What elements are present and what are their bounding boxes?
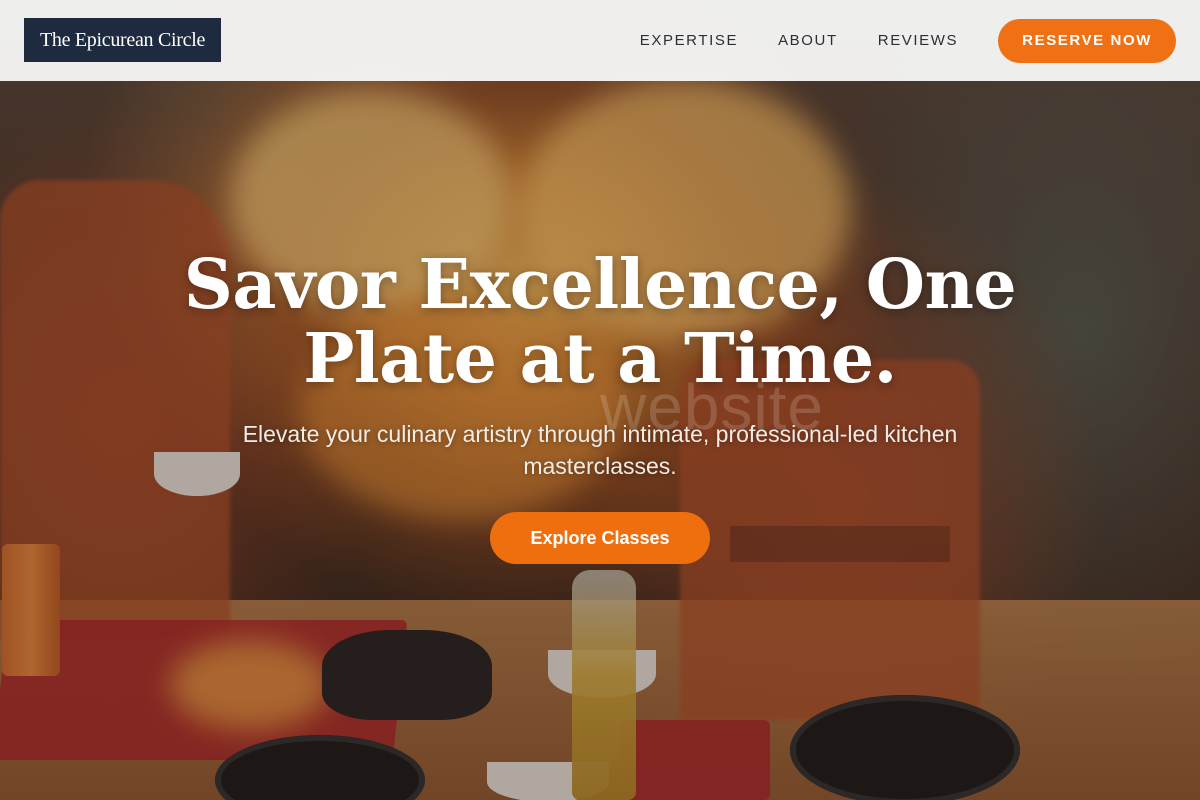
explore-classes-button[interactable]: Explore Classes [490,512,710,564]
brand-logo[interactable]: The Epicurean Circle [24,18,222,62]
nav-link-reviews[interactable]: REVIEWS [878,32,958,49]
main-nav: EXPERTISE ABOUT REVIEWS RESERVE NOW [640,0,1176,81]
hero-subheadline: Elevate your culinary artistry through i… [242,421,958,479]
site-header: The Epicurean Circle EXPERTISE ABOUT REV… [0,0,1200,81]
hero-content: Savor Excellence, One Plate at a Time. E… [0,248,1200,564]
nav-link-about[interactable]: ABOUT [778,32,838,49]
nav-link-expertise[interactable]: EXPERTISE [640,32,738,49]
reserve-now-button[interactable]: RESERVE NOW [998,18,1176,63]
hero-headline: Savor Excellence, One Plate at a Time. [183,245,1017,399]
